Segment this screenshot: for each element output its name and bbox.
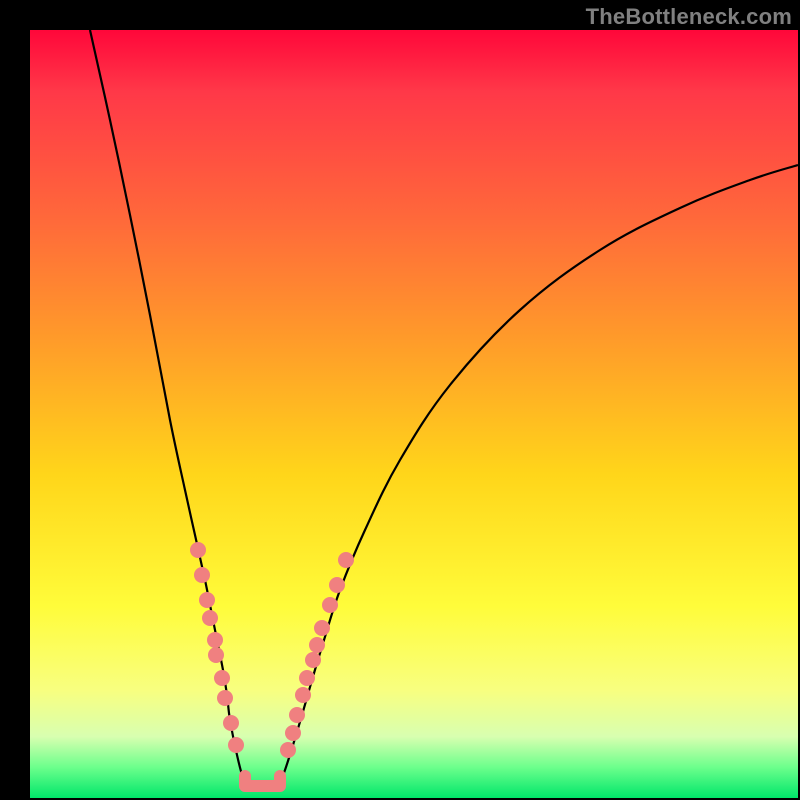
- valley-bracket: [245, 776, 280, 786]
- data-point: [322, 597, 338, 613]
- data-point: [299, 670, 315, 686]
- data-point: [295, 687, 311, 703]
- data-point: [214, 670, 230, 686]
- data-point: [223, 715, 239, 731]
- data-point: [217, 690, 233, 706]
- data-point: [190, 542, 206, 558]
- data-point: [202, 610, 218, 626]
- data-point: [208, 647, 224, 663]
- scatter-right-branch: [280, 552, 354, 758]
- data-point: [305, 652, 321, 668]
- data-point: [314, 620, 330, 636]
- curve-right-branch: [278, 165, 798, 788]
- chart-svg: [30, 30, 798, 798]
- watermark-text: TheBottleneck.com: [586, 4, 792, 30]
- scatter-left-branch: [190, 542, 244, 753]
- data-point: [289, 707, 305, 723]
- data-point: [338, 552, 354, 568]
- chart-area: [30, 30, 798, 798]
- data-point: [309, 637, 325, 653]
- data-point: [207, 632, 223, 648]
- data-point: [199, 592, 215, 608]
- data-point: [228, 737, 244, 753]
- data-point: [329, 577, 345, 593]
- data-point: [285, 725, 301, 741]
- data-point: [194, 567, 210, 583]
- data-point: [280, 742, 296, 758]
